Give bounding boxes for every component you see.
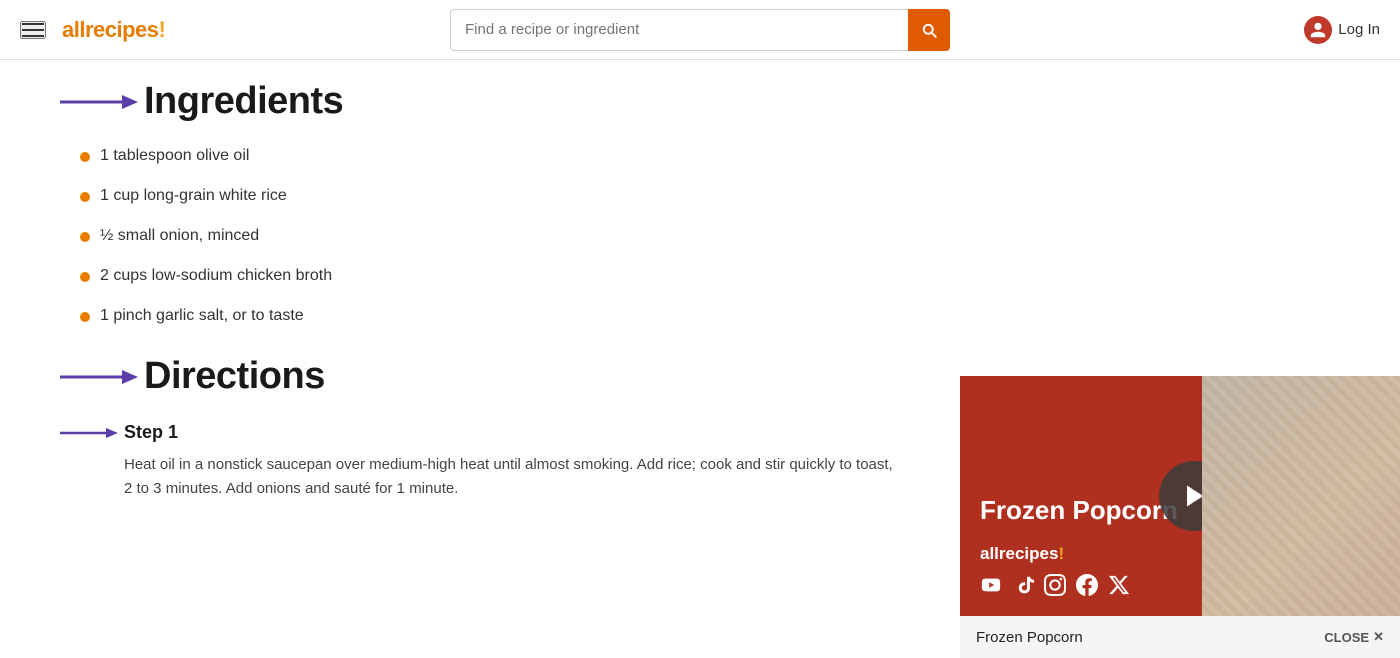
menu-button[interactable] <box>20 21 46 39</box>
close-x-icon: ✕ <box>1373 629 1384 645</box>
arrow-svg <box>60 365 140 389</box>
bullet-icon <box>80 232 90 242</box>
video-brand-name: allrecipes! <box>980 544 1064 564</box>
list-item: ½ small onion, minced <box>80 227 900 245</box>
directions-title: Directions <box>144 355 325 398</box>
search-icon <box>920 21 938 39</box>
video-bottom-title: Frozen Popcorn <box>976 629 1083 646</box>
header-right: Log In <box>1304 16 1380 44</box>
list-item: 1 pinch garlic salt, or to taste <box>80 307 900 325</box>
ingredient-text: 2 cups low-sodium chicken broth <box>100 267 332 285</box>
account-icon <box>1309 21 1327 39</box>
site-header: allrecipes! Log In <box>0 0 1400 60</box>
twitter-x-icon <box>1108 574 1130 596</box>
logo-text: allrecipes <box>62 17 159 42</box>
login-label: Log In <box>1338 21 1380 38</box>
bullet-icon <box>80 152 90 162</box>
directions-section: Directions Step 1 Heat oil in a nonstick… <box>60 355 900 501</box>
video-brand: allrecipes! <box>980 544 1182 564</box>
close-button[interactable]: CLOSE ✕ <box>1324 629 1384 645</box>
search-input[interactable] <box>450 9 908 51</box>
facebook-icon <box>1076 574 1098 596</box>
bullet-icon <box>80 272 90 282</box>
directions-arrow-icon <box>60 365 140 389</box>
arrow-svg <box>60 90 140 114</box>
logo-exclaim: ! <box>159 17 166 42</box>
ingredient-text: ½ small onion, minced <box>100 227 259 245</box>
brand-name-text: allrecipes <box>980 544 1058 563</box>
youtube-icon <box>980 574 1002 596</box>
ingredients-list: 1 tablespoon olive oil 1 cup long-grain … <box>60 147 900 325</box>
instagram-icon <box>1044 574 1066 596</box>
bullet-icon <box>80 192 90 202</box>
video-thumbnail-img <box>1202 376 1400 616</box>
header-left: allrecipes! <box>20 17 165 43</box>
ingredient-text: 1 pinch garlic salt, or to taste <box>100 307 304 325</box>
step-arrow-svg <box>60 424 120 442</box>
user-icon <box>1304 16 1332 44</box>
brand-exclaim: ! <box>1058 544 1064 563</box>
bullet-icon <box>80 312 90 322</box>
side-panel: Frozen Popcorn allrecipes! <box>960 60 1400 658</box>
content-area: Ingredients 1 tablespoon olive oil 1 cup… <box>0 60 960 658</box>
video-image <box>1202 376 1400 616</box>
ingredients-title: Ingredients <box>144 80 343 123</box>
video-title: Frozen Popcorn <box>980 495 1182 526</box>
step-1-text: Heat oil in a nonstick saucepan over med… <box>60 453 900 501</box>
ingredient-text: 1 cup long-grain white rice <box>100 187 287 205</box>
ingredients-heading: Ingredients <box>60 80 900 123</box>
list-item: 1 cup long-grain white rice <box>80 187 900 205</box>
step-1-label: Step 1 <box>124 422 178 443</box>
login-button[interactable]: Log In <box>1304 16 1380 44</box>
video-thumbnail[interactable]: Frozen Popcorn allrecipes! <box>960 376 1400 616</box>
video-bottom-bar: Frozen Popcorn CLOSE ✕ <box>960 616 1400 658</box>
step-1-heading: Step 1 <box>60 422 900 443</box>
main-content: Ingredients 1 tablespoon olive oil 1 cup… <box>0 60 1400 658</box>
close-label: CLOSE <box>1324 630 1369 645</box>
tiktok-icon <box>1012 574 1034 596</box>
list-item: 1 tablespoon olive oil <box>80 147 900 165</box>
ingredient-text: 1 tablespoon olive oil <box>100 147 249 165</box>
search-container <box>450 9 950 51</box>
site-logo[interactable]: allrecipes! <box>62 17 165 43</box>
directions-heading: Directions <box>60 355 900 398</box>
video-card: Frozen Popcorn allrecipes! <box>960 376 1400 658</box>
social-icons-row <box>980 574 1182 596</box>
ingredients-arrow-icon <box>60 90 140 114</box>
search-button[interactable] <box>908 9 950 51</box>
step-arrow-icon <box>60 424 120 442</box>
popcorn-visual <box>1202 376 1400 616</box>
list-item: 2 cups low-sodium chicken broth <box>80 267 900 285</box>
